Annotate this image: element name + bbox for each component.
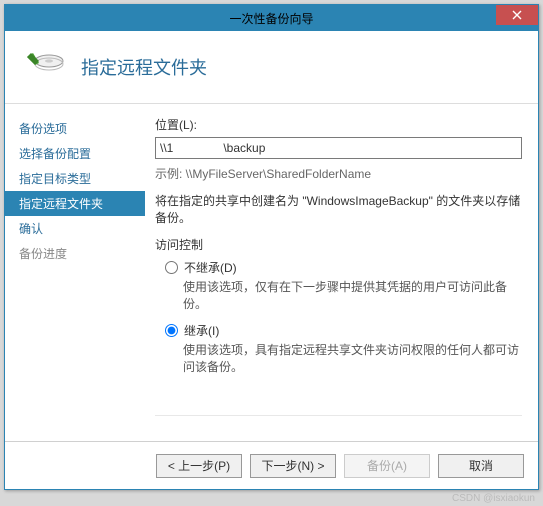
sidebar-item-remote-folder[interactable]: 指定远程文件夹 <box>5 191 145 216</box>
page-title: 指定远程文件夹 <box>81 54 207 80</box>
close-icon <box>512 10 522 20</box>
location-label: 位置(L): <box>155 116 522 133</box>
window-title: 一次性备份向导 <box>229 10 313 27</box>
radio-inherit-label: 继承(I) <box>184 322 219 339</box>
backup-button: 备份(A) <box>344 454 430 478</box>
sidebar-item-backup-options[interactable]: 备份选项 <box>5 116 145 141</box>
sidebar-item-confirm[interactable]: 确认 <box>5 216 145 241</box>
radio-no-inherit-label: 不继承(D) <box>184 259 237 276</box>
wizard-icon <box>23 45 67 89</box>
cancel-button[interactable]: 取消 <box>438 454 524 478</box>
content: 位置(L): 示例: \\MyFileServer\SharedFolderNa… <box>145 104 538 440</box>
header: 指定远程文件夹 <box>5 31 538 104</box>
back-button[interactable]: < 上一步(P) <box>156 454 242 478</box>
access-control-label: 访问控制 <box>155 236 522 253</box>
watermark: CSDN @isxiaokun <box>452 493 535 504</box>
next-button[interactable]: 下一步(N) > <box>250 454 336 478</box>
radio-no-inherit[interactable]: 不继承(D) <box>165 259 522 276</box>
radio-no-inherit-input[interactable] <box>165 261 178 274</box>
close-button[interactable] <box>496 5 538 25</box>
radio-no-inherit-desc: 使用该选项，仅有在下一步骤中提供其凭据的用户可访问此备份。 <box>183 278 522 312</box>
radio-inherit[interactable]: 继承(I) <box>165 322 522 339</box>
description-text: 将在指定的共享中创建名为 "WindowsImageBackup" 的文件夹以存… <box>155 192 522 226</box>
radio-inherit-desc: 使用该选项，具有指定远程共享文件夹访问权限的任何人都可访问该备份。 <box>183 341 522 375</box>
titlebar: 一次性备份向导 <box>5 5 538 31</box>
sidebar-item-select-config[interactable]: 选择备份配置 <box>5 141 145 166</box>
sidebar-item-target-type[interactable]: 指定目标类型 <box>5 166 145 191</box>
radio-inherit-input[interactable] <box>165 324 178 337</box>
divider <box>155 415 522 416</box>
location-example: 示例: \\MyFileServer\SharedFolderName <box>155 165 522 182</box>
wizard-window: 一次性备份向导 指定远程文件夹 备份选项 选择备份配置 指定目标类型 指定远程文… <box>4 4 539 490</box>
footer: < 上一步(P) 下一步(N) > 备份(A) 取消 <box>5 441 538 489</box>
body: 备份选项 选择备份配置 指定目标类型 指定远程文件夹 确认 备份进度 位置(L)… <box>5 104 538 440</box>
sidebar-item-progress: 备份进度 <box>5 241 145 266</box>
location-input[interactable] <box>155 137 522 159</box>
sidebar: 备份选项 选择备份配置 指定目标类型 指定远程文件夹 确认 备份进度 <box>5 104 145 440</box>
